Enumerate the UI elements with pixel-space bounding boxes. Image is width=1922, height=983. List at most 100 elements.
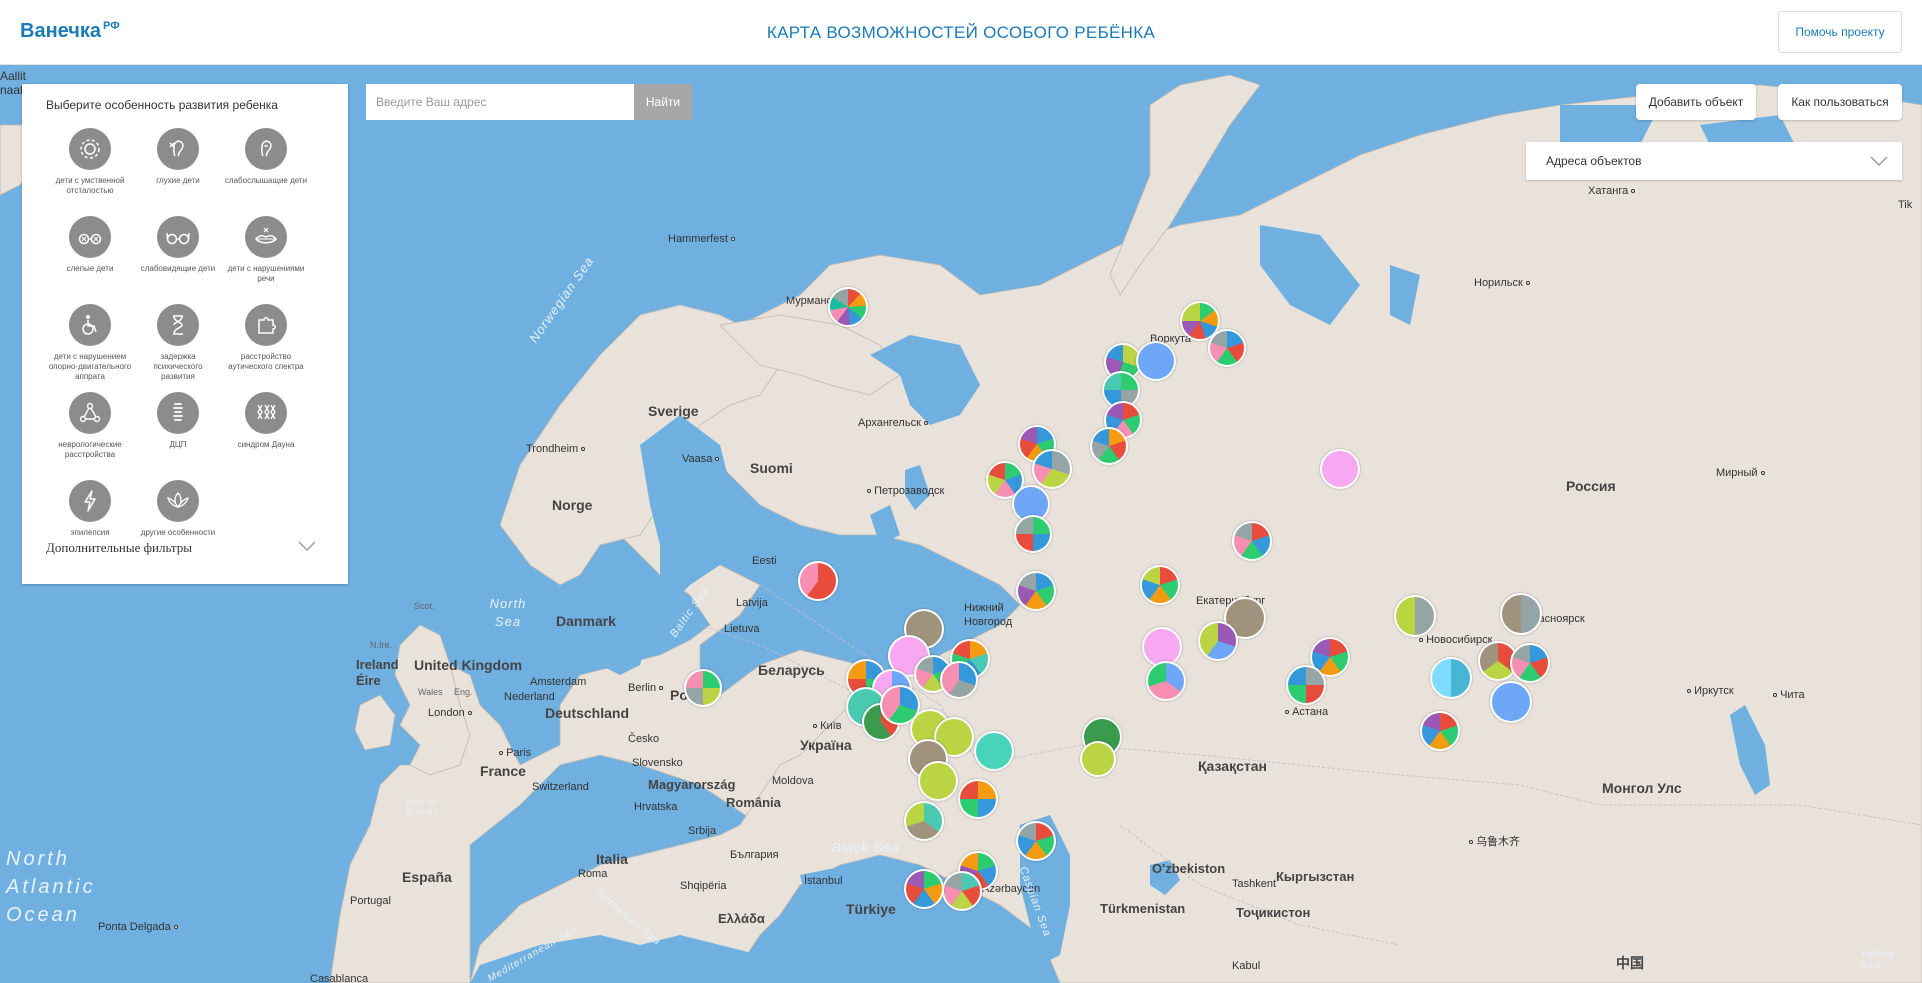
- puzzle-icon: [245, 304, 287, 346]
- map-marker[interactable]: [1500, 593, 1542, 635]
- map-marker[interactable]: [974, 731, 1014, 771]
- lips-icon: [245, 216, 287, 258]
- map-marker[interactable]: [684, 669, 722, 707]
- map-label-kabul: Kabul: [1232, 960, 1260, 972]
- filter-blind[interactable]: слепые дети: [46, 216, 134, 300]
- map-marker[interactable]: [1146, 661, 1186, 701]
- filter-label: эпилепсия: [70, 528, 110, 537]
- map-marker[interactable]: [1430, 657, 1472, 699]
- filter-delay[interactable]: задержка психического развития: [134, 304, 222, 388]
- map-label-north-sea: North Sea: [489, 596, 527, 629]
- city-berlin: Berlin: [628, 682, 657, 694]
- city-petrozavodsk: Петрозаводск: [874, 485, 945, 497]
- map-label-irkutsk: Иркутск: [1684, 685, 1734, 697]
- map-marker[interactable]: [1136, 341, 1176, 381]
- filter-label: слепые дети: [66, 264, 114, 273]
- map-marker[interactable]: [958, 779, 998, 819]
- map-marker[interactable]: [942, 871, 982, 911]
- map-label-rome: Roma: [578, 868, 607, 880]
- map-label-sweden: Sverige: [648, 403, 699, 419]
- map-marker[interactable]: [1198, 621, 1238, 661]
- map-label-estonia: Eesti: [752, 555, 777, 567]
- map-marker[interactable]: [918, 761, 958, 801]
- address-objects-label: Адреса объектов: [1546, 154, 1642, 168]
- map-marker[interactable]: [1014, 515, 1052, 553]
- map-label-france: France: [480, 763, 526, 779]
- map-marker[interactable]: [828, 287, 868, 327]
- filter-hard-of-hearing[interactable]: слабослышащие дети: [222, 128, 310, 212]
- map-label-petrozavodsk: Петрозаводск: [864, 485, 944, 497]
- map-marker[interactable]: [1490, 681, 1532, 723]
- map-marker[interactable]: [1140, 565, 1180, 605]
- map-label-albania: Shqipëria: [680, 880, 727, 892]
- filter-intellectual[interactable]: дети с умственной отсталостью: [46, 128, 134, 212]
- how-to-use-button[interactable]: Как пользоваться: [1778, 84, 1902, 120]
- map-marker[interactable]: [1016, 821, 1056, 861]
- map-label-latvia: Latvija: [736, 597, 768, 609]
- map-label-greece: Ελλάδα: [718, 911, 765, 926]
- filter-down-syndrome[interactable]: синдром Дауна: [222, 392, 310, 476]
- map-label-ukraine: Україна: [800, 737, 852, 753]
- filter-label: дети с нарушением опорно-двигательного а…: [48, 352, 132, 381]
- map-marker[interactable]: [904, 869, 944, 909]
- address-search-input[interactable]: Введите Ваш адрес: [366, 84, 634, 120]
- map-label-spain: España: [402, 869, 452, 885]
- map-marker[interactable]: [1320, 449, 1360, 489]
- filter-label: другие особенности: [140, 528, 216, 537]
- header: Ванечка РФ КАРТА ВОЗМОЖНОСТЕЙ ОСОБОГО РЕБ…: [0, 0, 1922, 65]
- filter-label: дети с нарушениями речи: [227, 264, 305, 283]
- map-label-black-sea: Black Sea: [832, 840, 900, 855]
- ear-icon: [245, 128, 287, 170]
- filter-low-vision[interactable]: слабовидящие дети: [134, 216, 222, 300]
- city-kyiv: Київ: [820, 720, 842, 732]
- filter-speech[interactable]: дети с нарушениями речи: [222, 216, 310, 300]
- address-objects-select[interactable]: Адреса объектов: [1526, 142, 1902, 180]
- map-marker[interactable]: [1032, 449, 1072, 489]
- filter-musculoskeletal[interactable]: дети с нарушением опорно-двигательного а…: [46, 304, 134, 388]
- map-marker[interactable]: [1080, 741, 1116, 777]
- network-icon: [69, 392, 111, 434]
- map-marker[interactable]: [1016, 571, 1056, 611]
- map-label-london: London: [428, 707, 472, 719]
- glasses-crossed-icon: [69, 216, 111, 258]
- extra-filters-toggle[interactable]: Дополнительные фильтры: [46, 540, 316, 556]
- map-label-england: Eng.: [454, 687, 473, 697]
- filter-autism[interactable]: расстройство аутического спектра: [222, 304, 310, 388]
- map-marker[interactable]: [1090, 427, 1128, 465]
- search-button[interactable]: Найти: [634, 84, 692, 120]
- map-label-switzerland: Switzerland: [532, 781, 589, 793]
- filter-label: неврологические расстройства: [58, 440, 122, 459]
- city-istanbul: İstanbul: [804, 875, 843, 887]
- city-vaasa: Vaasa: [682, 453, 713, 465]
- map-label-russia: Россия: [1566, 478, 1616, 494]
- map-label-ponta-delgada: Ponta Delgada: [98, 921, 178, 933]
- map-label-tik: Tik: [1898, 199, 1913, 211]
- map-label-kyiv: Київ: [810, 720, 842, 732]
- map-marker[interactable]: [1208, 329, 1246, 367]
- filter-label: дети с умственной отсталостью: [55, 176, 125, 195]
- city-ponta-delgada: Ponta Delgada: [98, 921, 171, 933]
- map-label-turkey: Türkiye: [846, 901, 896, 917]
- map-marker[interactable]: [798, 561, 838, 601]
- map-marker[interactable]: [904, 801, 944, 841]
- filter-neurological[interactable]: неврологические расстройства: [46, 392, 134, 476]
- map-label-denmark: Danmark: [556, 613, 616, 629]
- city-tashkent: Tashkent: [1232, 878, 1277, 890]
- filter-deaf[interactable]: глухие дети: [134, 128, 222, 212]
- map-label-romania: România: [726, 795, 781, 810]
- map-marker[interactable]: [1232, 521, 1272, 561]
- map-marker[interactable]: [1394, 595, 1436, 637]
- city-london: London: [428, 707, 465, 719]
- add-object-button[interactable]: Добавить объект: [1636, 84, 1756, 120]
- map-marker[interactable]: [940, 661, 978, 699]
- city-irkutsk: Иркутск: [1694, 685, 1734, 697]
- map-label-mirny: Мирный: [1716, 467, 1765, 479]
- help-project-button[interactable]: Помочь проекту: [1778, 11, 1902, 53]
- map-label-bulgaria: България: [730, 849, 779, 861]
- map-marker[interactable]: [1286, 665, 1326, 705]
- filter-cerebral-palsy[interactable]: ДЦП: [134, 392, 222, 476]
- map-marker[interactable]: [1420, 711, 1460, 751]
- map-marker[interactable]: [1510, 643, 1550, 683]
- map-label-croatia: Hrvatska: [634, 801, 678, 813]
- map-label-serbia: Srbija: [688, 825, 717, 837]
